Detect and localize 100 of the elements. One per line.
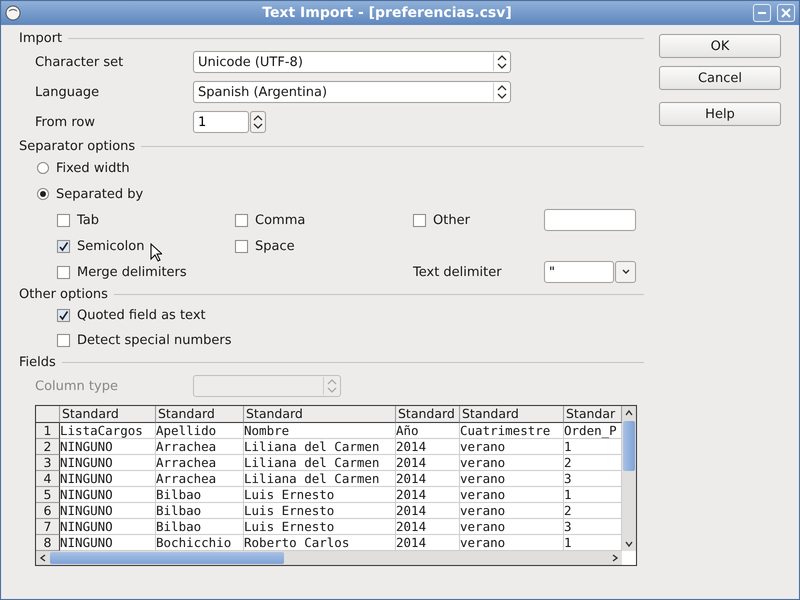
- row-number: 1: [36, 423, 60, 439]
- column-header[interactable]: Standard: [60, 406, 156, 423]
- dialog-button[interactable]: OK: [659, 34, 781, 58]
- checkbox-label: Detect special numbers: [77, 333, 232, 348]
- radio-button[interactable]: [37, 162, 49, 174]
- field-label: From row: [35, 114, 96, 130]
- checkbox-label: Other: [433, 212, 470, 228]
- field-label: Text delimiter: [413, 264, 503, 280]
- row-number: 6: [36, 503, 60, 519]
- table-cell: Cuatrimestre: [460, 423, 564, 439]
- spin-field[interactable]: 1: [193, 111, 249, 133]
- checkbox[interactable]: [57, 214, 70, 226]
- dropdown-button[interactable]: [615, 261, 636, 283]
- checkbox[interactable]: [235, 240, 248, 252]
- row-number: 3: [36, 455, 60, 471]
- row-number: 4: [36, 471, 60, 487]
- window-title: Text Import - [preferencias.csv]: [261, 5, 513, 21]
- other-field[interactable]: [544, 209, 636, 231]
- table-cell: verano: [460, 519, 564, 535]
- table-cell: Liliana del Carmen: [244, 471, 396, 487]
- checkbox[interactable]: [235, 214, 248, 226]
- table-cell: ListaCargos: [60, 423, 156, 439]
- table-cell: Arrachea: [156, 439, 244, 455]
- table-cell: verano: [460, 487, 564, 503]
- field-label: Column type: [35, 378, 119, 394]
- column-header[interactable]: Standard: [460, 406, 564, 423]
- table-cell: verano: [460, 455, 564, 471]
- up-down-icon: [497, 55, 507, 69]
- table-cell: 2014: [396, 487, 460, 503]
- checkbox[interactable]: [57, 266, 70, 278]
- spin-button[interactable]: [250, 111, 266, 133]
- table-cell: 2014: [396, 471, 460, 487]
- table-cell: 2014: [396, 439, 460, 455]
- checkbox-label: Tab: [77, 212, 100, 228]
- column-header[interactable]: Standard: [156, 406, 244, 423]
- checkbox-label: Space: [255, 238, 295, 254]
- checkbox[interactable]: [57, 309, 70, 322]
- table-cell: NINGUNO: [60, 439, 156, 455]
- column-header[interactable]: Standar: [564, 406, 622, 423]
- column-header[interactable]: Standard: [396, 406, 460, 423]
- up-down-icon: [497, 85, 507, 99]
- table-cell: NINGUNO: [60, 503, 156, 519]
- minimize-button[interactable]: [753, 4, 771, 22]
- table-cell: verano: [460, 503, 564, 519]
- vertical-scrollbar[interactable]: [622, 406, 636, 551]
- table-cell: Año: [396, 423, 460, 439]
- close-button[interactable]: [777, 4, 795, 22]
- checkbox[interactable]: [413, 214, 426, 226]
- table-cell: Arrachea: [156, 471, 244, 487]
- table-cell: NINGUNO: [60, 519, 156, 535]
- caret-icon: [622, 269, 630, 275]
- dropdown[interactable]: Spanish (Argentina): [193, 81, 511, 103]
- section-label: Separator options: [19, 138, 136, 154]
- table-cell: Luis Ernesto: [244, 487, 396, 503]
- section-label: Other options: [19, 286, 108, 302]
- dialog-button[interactable]: Help: [659, 102, 781, 126]
- table-cell: Arrachea: [156, 455, 244, 471]
- dialog-button[interactable]: Cancel: [659, 66, 781, 90]
- checkbox-label: Merge delimiters: [77, 264, 187, 280]
- table-cell: Bilbao: [156, 519, 244, 535]
- up-down-icon: [327, 379, 337, 393]
- field-label: Language: [35, 84, 100, 100]
- corner-header: [36, 406, 60, 423]
- table-cell: NINGUNO: [60, 471, 156, 487]
- table-cell: NINGUNO: [60, 455, 156, 471]
- section-label: Fields: [19, 354, 56, 370]
- section-label: Import: [19, 30, 62, 46]
- delimiter-field[interactable]: ": [544, 261, 614, 283]
- mouse-pointer-icon: [150, 243, 162, 262]
- table-cell: 2014: [396, 503, 460, 519]
- table-cell: Apellido: [156, 423, 244, 439]
- table-cell: NINGUNO: [60, 487, 156, 503]
- table-cell: Luis Ernesto: [244, 519, 396, 535]
- option-label: Separated by: [56, 186, 144, 202]
- table-cell: verano: [460, 471, 564, 487]
- close-icon: [781, 8, 791, 18]
- checkbox-label: Semicolon: [77, 238, 144, 254]
- row-number: 5: [36, 487, 60, 503]
- dropdown[interactable]: Unicode (UTF-8): [193, 51, 511, 73]
- table-cell: verano: [460, 439, 564, 455]
- table-cell: Liliana del Carmen: [244, 439, 396, 455]
- checkbox-label: Quoted field as text: [77, 308, 206, 323]
- checkbox[interactable]: [57, 240, 70, 252]
- table-cell: Liliana del Carmen: [244, 455, 396, 471]
- field-label: Character set: [35, 54, 124, 70]
- minimize-icon: [758, 12, 766, 14]
- option-label: Fixed width: [56, 160, 130, 176]
- table-cell: 2014: [396, 519, 460, 535]
- radio-button[interactable]: [37, 188, 49, 200]
- app-icon: [5, 5, 21, 21]
- checkbox[interactable]: [57, 334, 70, 347]
- table-cell: Nombre: [244, 423, 396, 439]
- row-number: 8: [36, 535, 60, 551]
- dropdown-value: Unicode (UTF-8): [198, 54, 303, 70]
- table-cell: Bilbao: [156, 503, 244, 519]
- horizontal-scrollbar[interactable]: [36, 551, 622, 565]
- column-header[interactable]: Standard: [244, 406, 396, 423]
- dropdown-value: Spanish (Argentina): [198, 84, 328, 100]
- table-cell: 2014: [396, 455, 460, 471]
- table-cell: Bilbao: [156, 487, 244, 503]
